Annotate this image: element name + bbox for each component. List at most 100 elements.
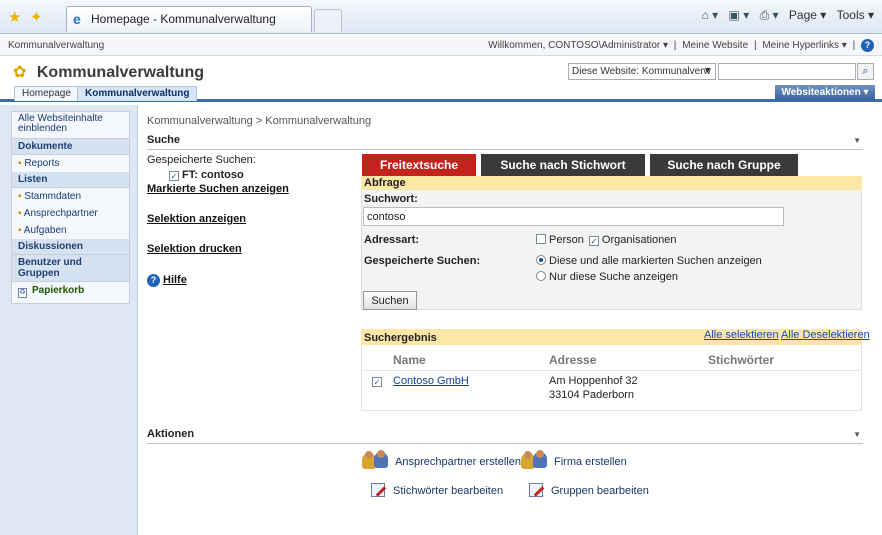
separator: |: [753, 40, 757, 51]
result-header: Suchergebnis: [364, 332, 437, 344]
feeds-icon[interactable]: ▣ ▾: [729, 8, 750, 22]
create-company-action[interactable]: Firma erstellen: [521, 450, 627, 469]
home-icon[interactable]: ⌂ ▾: [702, 8, 719, 22]
show-selection-link[interactable]: Selektion anzeigen: [147, 213, 246, 225]
saved-search-text: FT: contoso: [182, 169, 244, 181]
person-checkbox[interactable]: [536, 234, 546, 244]
ie-page-icon: e: [73, 11, 81, 27]
saved-search-checkbox[interactable]: ✓: [169, 171, 179, 181]
column-header-name: Name: [393, 353, 426, 367]
ql-recycle-bin[interactable]: ♻ Papierkorb: [12, 282, 129, 303]
organisations-checkbox[interactable]: ✓: [588, 236, 599, 246]
radio-only-this-search-label: Nur diese Suche anzeigen: [549, 271, 679, 283]
address-type-label: Adressart:: [364, 234, 420, 246]
ql-documents-header[interactable]: Dokumente: [12, 139, 129, 155]
result-name-link[interactable]: Contoso GmbH: [393, 375, 469, 387]
search-button[interactable]: Suchen: [363, 291, 417, 310]
ql-item-reports[interactable]: Reports: [12, 155, 129, 172]
actions-section-header: Aktionen ▼: [147, 428, 863, 444]
favorites-star-icon[interactable]: ★: [8, 8, 21, 26]
row-checkbox[interactable]: ✓: [372, 377, 382, 387]
edit-groups-action[interactable]: Gruppen bearbeiten: [529, 483, 649, 497]
column-header-address: Adresse: [549, 353, 597, 367]
chevron-down-icon[interactable]: ▼: [853, 136, 861, 145]
command-bar: ⌂ ▾ ▣ ▾ ⎙ ▾ Page ▾ Tools ▾: [695, 8, 874, 23]
organisations-label: Organisationen: [601, 234, 677, 246]
radio-all-searches-button[interactable]: [536, 255, 546, 265]
keyword-label: Suchwort:: [364, 193, 418, 205]
deselect-all-link[interactable]: Alle Deselektieren: [781, 329, 870, 341]
browser-tab[interactable]: e Homepage - Kommunalverwaltung: [66, 6, 312, 32]
search-icon[interactable]: ⌕: [857, 63, 874, 80]
actions-section-title: Aktionen: [147, 428, 195, 440]
radio-only-this-search[interactable]: Nur diese Suche anzeigen: [536, 271, 678, 283]
chevron-down-icon: ▼: [703, 65, 712, 75]
saved-searches-label: Gespeicherte Suchen:: [147, 154, 256, 166]
site-title-text: Kommunalverwaltung: [36, 64, 204, 81]
breadcrumb[interactable]: Kommunalverwaltung > Kommunalverwaltung: [147, 115, 371, 127]
help-icon[interactable]: ?: [861, 39, 874, 52]
person-label: Person: [549, 234, 584, 246]
create-contact-action[interactable]: Ansprechpartner erstellen: [362, 450, 521, 469]
tab-suche-nach-stichwort[interactable]: Suche nach Stichwort: [481, 154, 645, 176]
edit-list-icon: [371, 483, 385, 497]
separator: |: [852, 40, 856, 51]
chevron-down-icon[interactable]: ▼: [853, 430, 861, 439]
search-section-title: Suche: [147, 134, 181, 146]
radio-all-searches-label: Diese und alle markierten Suchen anzeige…: [549, 255, 762, 267]
new-tab-button[interactable]: [314, 9, 342, 32]
site-breadcrumb-top[interactable]: Kommunalverwaltung: [8, 40, 104, 51]
create-contact-label: Ansprechpartner erstellen: [395, 456, 521, 468]
tab-homepage[interactable]: Homepage: [14, 86, 79, 101]
ql-item-stammdaten[interactable]: Stammdaten: [12, 188, 129, 205]
top-links: Willkommen, CONTOSO\Administrator ▾ | Me…: [485, 39, 874, 52]
ql-discussions-header[interactable]: Diskussionen: [12, 239, 129, 255]
edit-groups-label: Gruppen bearbeiten: [551, 485, 649, 497]
global-top-bar: Kommunalverwaltung Willkommen, CONTOSO\A…: [0, 35, 882, 56]
ql-item-ansprechpartner[interactable]: Ansprechpartner: [12, 205, 129, 222]
quick-launch: Alle Websiteinhalte einblenden Dokumente…: [11, 111, 130, 304]
welcome-menu[interactable]: Willkommen, CONTOSO\Administrator ▾: [488, 40, 668, 51]
site-logo-icon: ✿: [13, 64, 27, 81]
search-scope-select[interactable]: Diese Website: Kommunalverw ▼: [568, 63, 716, 80]
ql-lists-header[interactable]: Listen: [12, 172, 129, 188]
keyword-input[interactable]: contoso: [363, 207, 784, 226]
site-title[interactable]: ✿ Kommunalverwaltung: [13, 62, 204, 82]
result-address-line1: Am Hoppenhof 32: [549, 375, 638, 387]
print-selection-link[interactable]: Selektion drucken: [147, 243, 242, 255]
page-menu[interactable]: Page ▾: [789, 8, 826, 22]
all-site-content-link[interactable]: Alle Websiteinhalte einblenden: [12, 112, 129, 139]
address-type-options: Person ✓ Organisationen: [536, 234, 677, 246]
browser-tab-title: Homepage - Kommunalverwaltung: [91, 12, 276, 26]
add-favorites-icon[interactable]: ✦: [30, 8, 43, 26]
result-address-line2: 33104 Paderborn: [549, 389, 635, 401]
tab-suche-nach-gruppe[interactable]: Suche nach Gruppe: [650, 154, 798, 176]
column-header-keywords: Stichwörter: [708, 353, 775, 367]
ql-item-aufgaben[interactable]: Aufgaben: [12, 222, 129, 239]
select-all-link[interactable]: Alle selektieren: [704, 329, 779, 341]
recycle-bin-icon: ♻: [18, 288, 27, 298]
search-section-header: Suche ▼: [147, 134, 863, 150]
radio-only-this-search-button[interactable]: [536, 271, 546, 281]
radio-all-searches[interactable]: Diese und alle markierten Suchen anzeige…: [536, 255, 762, 267]
tab-kommunalverwaltung[interactable]: Kommunalverwaltung: [77, 86, 198, 101]
my-site-link[interactable]: Meine Website: [682, 40, 748, 51]
show-marked-searches-link[interactable]: Markierte Suchen anzeigen: [147, 183, 289, 195]
saved-search-item[interactable]: ✓ FT: contoso: [169, 169, 244, 181]
result-select-links: Alle selektieren Alle Deselektieren: [704, 329, 870, 341]
tools-menu[interactable]: Tools ▾: [837, 8, 874, 22]
top-nav-bar: Homepage Kommunalverwaltung: [0, 86, 882, 102]
search-scope-value: Diese Website: Kommunalverw: [572, 66, 711, 77]
ql-people-header[interactable]: Benutzer und Gruppen: [12, 255, 129, 282]
print-icon[interactable]: ⎙ ▾: [760, 8, 779, 22]
recycle-bin-label: Papierkorb: [32, 285, 85, 296]
site-actions-menu[interactable]: Websiteaktionen ▾: [775, 85, 875, 101]
edit-keywords-label: Stichwörter bearbeiten: [393, 485, 504, 497]
tab-freitextsuche[interactable]: Freitextsuche: [362, 154, 476, 176]
help-icon: ?: [147, 274, 160, 287]
help-link[interactable]: ? Hilfe: [147, 274, 187, 287]
site-search-input[interactable]: [718, 63, 856, 80]
create-company-label: Firma erstellen: [554, 456, 627, 468]
my-links-menu[interactable]: Meine Hyperlinks ▾: [762, 40, 847, 51]
edit-keywords-action[interactable]: Stichwörter bearbeiten: [371, 483, 503, 497]
